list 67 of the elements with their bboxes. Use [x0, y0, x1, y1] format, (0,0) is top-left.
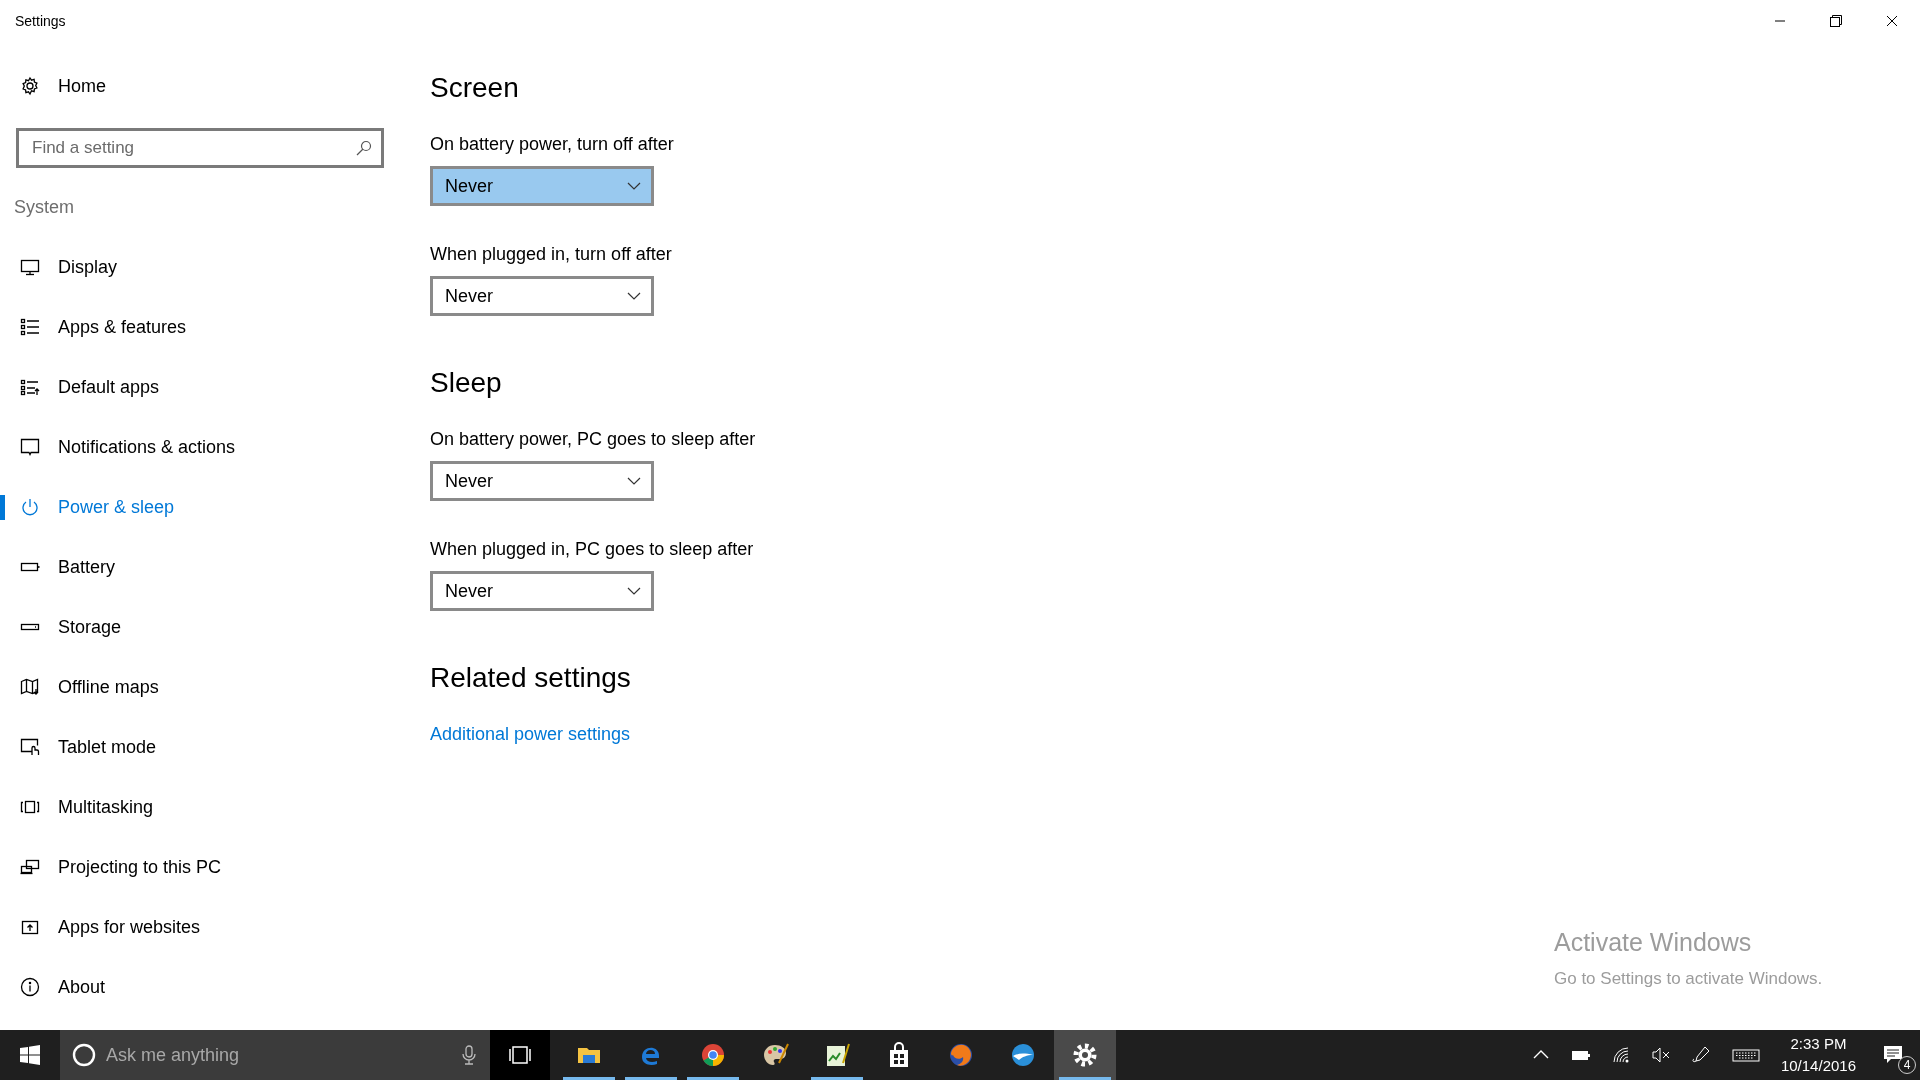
sidebar-item[interactable]: Power & sleep — [0, 477, 400, 537]
setting-label: When plugged in, PC goes to sleep after — [430, 538, 755, 561]
list-icon — [20, 377, 40, 397]
tablet-touch-icon — [20, 737, 40, 757]
task-view-icon — [508, 1045, 532, 1065]
selection-indicator — [0, 495, 5, 520]
projector-icon — [20, 857, 40, 877]
link[interactable]: Additional power settings — [430, 724, 631, 744]
sidebar-item[interactable]: Default apps — [0, 357, 400, 417]
sidebar-item[interactable]: Display — [0, 237, 400, 297]
window-title: Settings — [14, 11, 66, 31]
gear-icon — [1071, 1041, 1099, 1069]
search-field[interactable]: Ask me anything — [60, 1030, 490, 1080]
clock[interactable]: 2:33 PM 10/14/2016 — [1770, 1033, 1866, 1077]
setting-label: When plugged in, turn off after — [430, 243, 673, 266]
wifi-icon — [1610, 1045, 1631, 1065]
search-icon — [356, 140, 372, 156]
circle-icon — [72, 1043, 96, 1067]
sidebar-item[interactable]: Apps for websites — [0, 897, 400, 957]
gear-icon — [20, 76, 40, 96]
sidebar-item[interactable]: Battery — [0, 537, 400, 597]
dropdown[interactable]: Never — [430, 571, 654, 611]
taskbar-app[interactable] — [1054, 1030, 1116, 1080]
microphone-icon[interactable] — [462, 1045, 476, 1065]
monitor-icon — [20, 257, 40, 277]
fox-globe-icon — [947, 1041, 975, 1069]
chevron-down-icon — [627, 587, 641, 595]
power-icon — [20, 497, 40, 517]
dropdown[interactable]: Never — [430, 276, 654, 316]
info-icon — [20, 977, 40, 997]
restore-icon — [1830, 15, 1842, 27]
section-label: System — [14, 196, 75, 219]
chevron-down-icon — [627, 182, 641, 190]
chevron-down-icon — [627, 477, 641, 485]
pen-icon — [1690, 1045, 1711, 1065]
sidebar-item[interactable]: Offline maps — [0, 657, 400, 717]
close-icon — [1886, 15, 1898, 27]
sidebar-item[interactable]: Multitasking — [0, 777, 400, 837]
home-link[interactable]: Home — [0, 60, 106, 112]
section-heading: Related settings — [430, 661, 632, 695]
notification-count: 4 — [1898, 1056, 1916, 1074]
map-icon — [20, 677, 40, 697]
activation-title: Activate Windows — [1554, 927, 1753, 958]
chevron-down-icon — [627, 292, 641, 300]
sidebar-item[interactable]: Tablet mode — [0, 717, 400, 777]
sidebar-item[interactable]: Notifications & actions — [0, 417, 400, 477]
chrome-icon — [699, 1041, 727, 1069]
windows-logo-icon — [20, 1045, 40, 1065]
section-heading: Screen — [430, 71, 520, 105]
bird-globe-icon — [1009, 1041, 1037, 1069]
muted-speaker-icon — [1650, 1045, 1671, 1065]
sidebar-item[interactable]: Projecting to this PC — [0, 837, 400, 897]
sidebar-item[interactable]: Storage — [0, 597, 400, 657]
dropdown[interactable]: Never — [430, 461, 654, 501]
setting-label: On battery power, PC goes to sleep after — [430, 428, 756, 451]
section-heading: Sleep — [430, 366, 503, 400]
dropdown[interactable]: Never — [430, 166, 654, 206]
speech-bubble-icon — [20, 437, 40, 457]
sidebar-item[interactable]: About — [0, 957, 400, 1017]
search-field[interactable]: Find a setting — [16, 128, 384, 168]
activation-message: Go to Settings to activate Windows. — [1554, 967, 1823, 990]
setting-label: On battery power, turn off after — [430, 133, 675, 156]
list-icon — [20, 317, 40, 337]
notification-button[interactable]: 4 — [1866, 1030, 1920, 1080]
sidebar-item[interactable]: Apps & features — [0, 297, 400, 357]
message-icon — [1883, 1045, 1903, 1065]
task-view-button[interactable] — [490, 1030, 550, 1080]
